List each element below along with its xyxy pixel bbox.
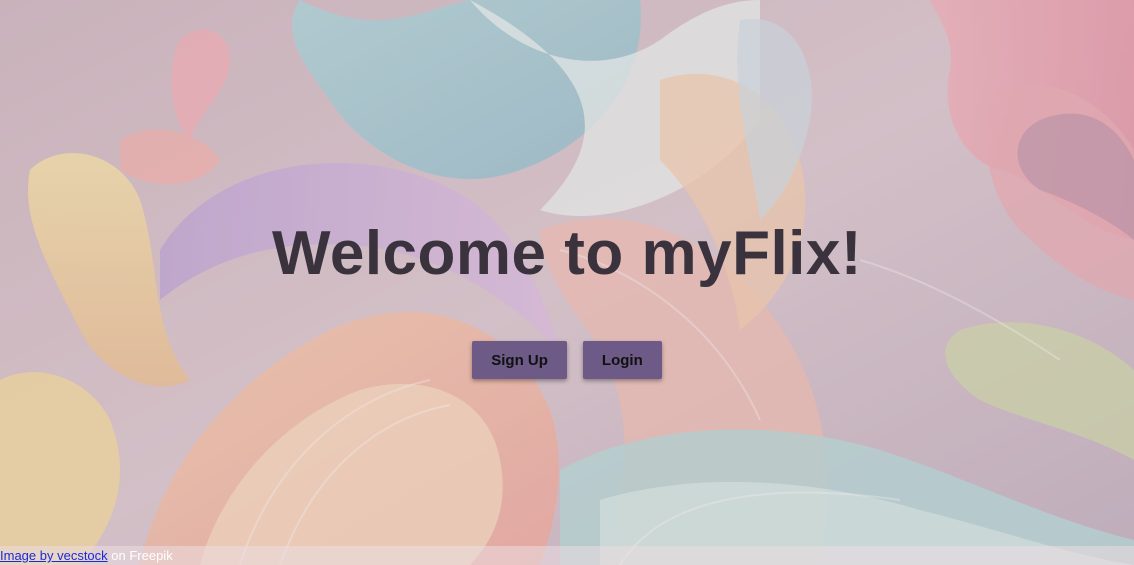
sign-up-button[interactable]: Sign Up [472,341,567,379]
landing-page: Welcome to myFlix! Sign Up Login Image b… [0,0,1134,565]
auth-actions: Sign Up Login [0,341,1134,379]
image-credit: Image by vecstock on Freepik [0,546,1134,565]
hero-section: Welcome to myFlix! [0,218,1134,290]
image-credit-link[interactable]: Image by vecstock [0,548,108,563]
login-button[interactable]: Login [582,341,662,379]
page-title: Welcome to myFlix! [271,219,863,288]
image-credit-suffix: on Freepik [107,548,173,563]
